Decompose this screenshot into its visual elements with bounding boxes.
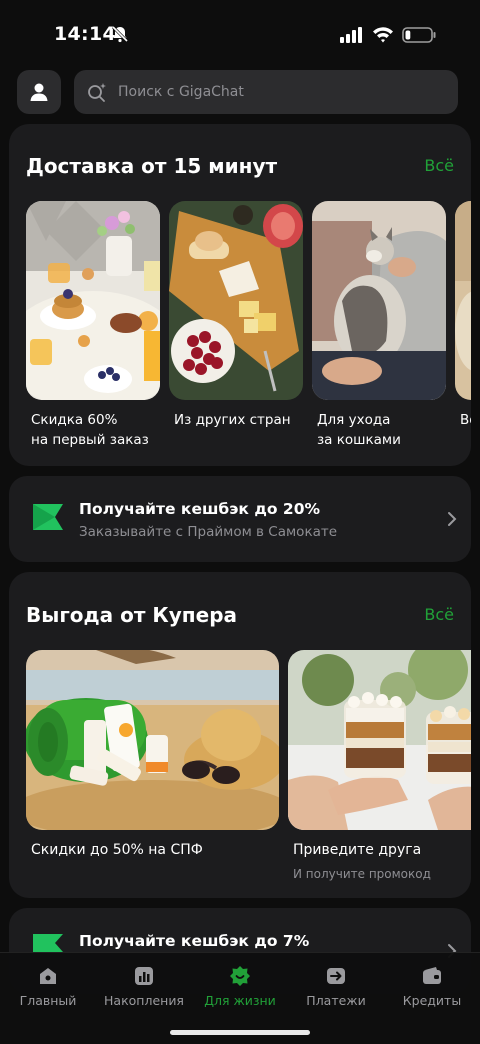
cheese-board-image (169, 201, 303, 400)
samokat-logo-icon (33, 934, 63, 952)
kuper-tile-spf[interactable] (26, 650, 279, 830)
profile-icon (30, 83, 48, 101)
wallet-icon (423, 967, 441, 984)
delivery-tile-cats[interactable] (312, 201, 446, 400)
battery-icon (402, 27, 436, 43)
delivery-tile-label: Во (460, 412, 471, 428)
tab-lifestyle[interactable]: Для жизни (192, 953, 288, 1023)
promo-title: Получайте кешбэк до 20% (79, 500, 321, 518)
chevron-right-icon (448, 512, 457, 526)
kuper-tile-referral[interactable] (288, 650, 471, 830)
kuper-title: Выгода от Купера (26, 603, 238, 627)
tab-home[interactable]: Главный (0, 953, 96, 1023)
kuper-tile-title: Приведите друга (293, 842, 422, 858)
kuper-tile-title: Скидки до 50% на СПФ (31, 842, 203, 858)
promo-subtitle: Заказывайте с Праймом в Самокате (79, 524, 338, 540)
breakfast-image (26, 201, 160, 400)
kuper-tile-subtitle: И получите промокод (293, 867, 431, 881)
kuper-all-link[interactable]: Всё (424, 605, 454, 624)
cellular-signal-icon (340, 27, 362, 43)
promo-title: Получайте кешбэк до 7% (79, 932, 310, 950)
delivery-title: Доставка от 15 минут (26, 154, 278, 178)
search-bar[interactable] (74, 70, 458, 114)
lifestyle-icon (230, 966, 250, 986)
delivery-tile-discount[interactable] (26, 201, 160, 400)
status-bar: 14:14 (0, 0, 480, 64)
tab-payments[interactable]: Платежи (288, 953, 384, 1023)
cashback-promo-samokat[interactable]: Получайте кешбэк до 20% Заказывайте с Пр… (9, 476, 471, 562)
top-row (0, 70, 480, 116)
transfer-icon (327, 968, 345, 984)
tab-credits[interactable]: Кредиты (384, 953, 480, 1023)
status-time: 14:14 (54, 23, 116, 45)
chart-icon (135, 967, 153, 985)
gigachat-search-icon (88, 83, 106, 102)
food-image (455, 201, 471, 400)
tab-savings[interactable]: Накопления (96, 953, 192, 1023)
delivery-section: Доставка от 15 минут Всё Скидка 60% на п… (9, 124, 471, 466)
search-input[interactable] (116, 83, 420, 101)
cat-image (312, 201, 446, 400)
profile-button[interactable] (17, 70, 61, 114)
wifi-icon (373, 27, 393, 43)
desserts-image (288, 650, 471, 830)
delivery-tile-label: Из других стран (174, 412, 291, 428)
bell-off-icon (111, 25, 129, 43)
home-indicator (170, 1030, 310, 1035)
delivery-tile-more[interactable] (455, 201, 471, 400)
beach-spf-image (26, 650, 279, 830)
home-icon (40, 968, 56, 984)
delivery-all-link[interactable]: Всё (424, 156, 454, 175)
kuper-section: Выгода от Купера Всё Скидки до 50% на СП… (9, 572, 471, 898)
samokat-logo-icon (33, 504, 63, 530)
delivery-tile-label: Для ухода за кошками (317, 412, 401, 448)
delivery-tile-imported[interactable] (169, 201, 303, 400)
delivery-tile-label: Скидка 60% на первый заказ (31, 412, 149, 448)
